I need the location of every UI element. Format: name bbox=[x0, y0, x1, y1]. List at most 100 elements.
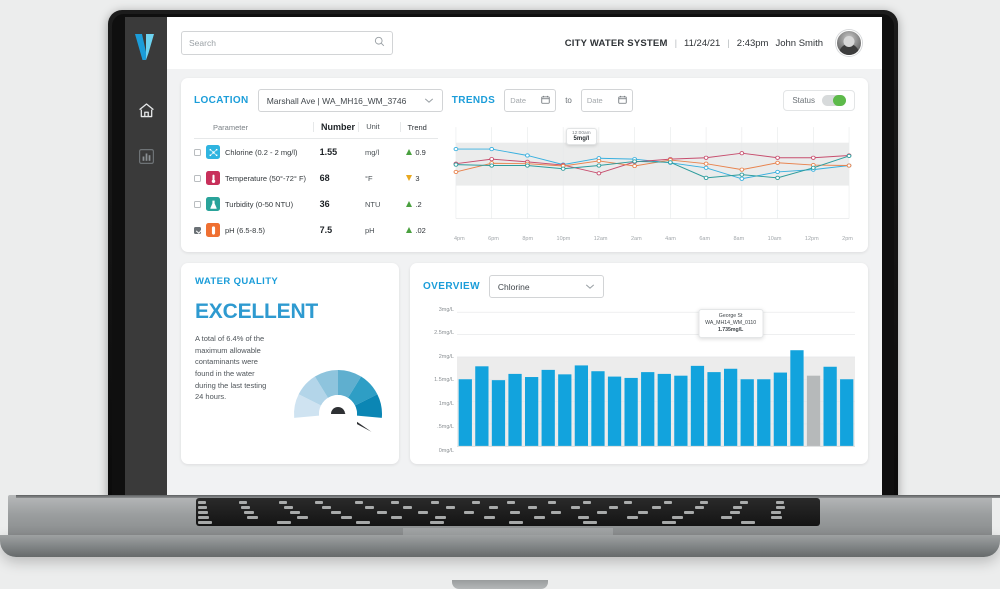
y-axis-tick: 1mg/L bbox=[438, 400, 454, 407]
row-checkbox[interactable] bbox=[194, 200, 201, 208]
sidebar-item-analytics[interactable] bbox=[129, 139, 163, 173]
search-input-wrapper[interactable] bbox=[181, 31, 393, 55]
trend-up-icon bbox=[406, 227, 413, 233]
water-quality-card: WATER QUALITY EXCELLENT A total of 6.4% … bbox=[181, 263, 399, 464]
bar bbox=[657, 373, 671, 447]
bar bbox=[541, 369, 555, 447]
bar bbox=[574, 365, 589, 447]
bar bbox=[840, 379, 854, 447]
status-label: Status bbox=[792, 96, 815, 105]
table-row[interactable]: Turbidity (0-50 NTU) 36 NTU .2 bbox=[194, 191, 438, 217]
calendar-icon bbox=[541, 95, 550, 106]
search-input[interactable] bbox=[189, 38, 374, 48]
trends-line-chart: 4pm 6pm 8pm 10pm 12am 2am 4am 6am 8am 10am 12pm 2pm… bbox=[448, 122, 855, 243]
table-row[interactable]: Chlorine (0.2 - 2 mg/l) 1.55 mg/l 0.9 bbox=[194, 139, 438, 165]
tooltip-value: 1.735mg/L bbox=[717, 327, 744, 334]
cell-parameter: pH (6.5-8.5) bbox=[194, 223, 313, 237]
column-header-trend: Trend bbox=[399, 122, 438, 132]
water-quality-title: WATER QUALITY bbox=[195, 276, 279, 287]
trend-value: .02 bbox=[415, 225, 426, 235]
status-toggle[interactable] bbox=[822, 95, 846, 106]
trend-up-icon bbox=[406, 149, 413, 155]
laptop-mockup: CITY WATER SYSTEM | 11/24/21 | 2:43pm Jo… bbox=[0, 0, 1000, 589]
trend-down-icon bbox=[406, 175, 413, 181]
parameter-select[interactable]: Chlorine bbox=[488, 275, 604, 298]
cell-number: 36 bbox=[319, 199, 330, 209]
x-axis-tick: 6am bbox=[699, 236, 711, 242]
bar bbox=[591, 371, 605, 447]
application-window: CITY WATER SYSTEM | 11/24/21 | 2:43pm Jo… bbox=[125, 17, 882, 495]
bar bbox=[641, 372, 655, 447]
bar bbox=[508, 373, 522, 447]
bar bbox=[690, 365, 705, 447]
bar bbox=[740, 379, 754, 447]
water-quality-status: EXCELLENT bbox=[195, 300, 319, 323]
system-name: CITY WATER SYSTEM bbox=[564, 37, 668, 49]
table-row[interactable]: Temperature (50°-72° F) 68 °F 3 bbox=[194, 165, 438, 191]
overview-bar-chart: 3mg/L 2.5mg/L 2mg/L 1.5mg/L 1mg/L .5mg/L 0mg/L… bbox=[423, 307, 855, 454]
x-axis-tick: 4pm bbox=[454, 236, 465, 242]
base-bottom bbox=[0, 535, 1000, 589]
base-top bbox=[8, 495, 1000, 544]
table-row[interactable]: pH (6.5-8.5) 7.5 pH .02 bbox=[194, 217, 438, 243]
date-to-input[interactable]: Date bbox=[580, 89, 633, 112]
row-checkbox[interactable] bbox=[194, 148, 201, 156]
cell-unit: NTU bbox=[364, 199, 381, 209]
location-select[interactable]: Marshall Ave | WA_MH16_WM_3746 bbox=[257, 89, 443, 112]
bar bbox=[723, 368, 738, 447]
thermometer-icon bbox=[206, 171, 220, 185]
chevron-down-icon bbox=[424, 96, 434, 106]
bar bbox=[491, 380, 506, 447]
bar bbox=[607, 376, 622, 447]
overview-card: OVERVIEW Chlorine 3mg/L 2.5mg/L 2mg/L 1.… bbox=[410, 263, 868, 464]
cell-trend: 3 bbox=[399, 174, 438, 183]
water-quality-description: A total of 6.4% of the maximum allowable… bbox=[195, 334, 267, 402]
cell-number: 68 bbox=[319, 173, 330, 183]
date-range-to-label: to bbox=[565, 96, 572, 105]
cell-number: 1.55 bbox=[319, 147, 338, 157]
x-axis-tick: 10pm bbox=[556, 236, 571, 242]
overview-tooltip: George St WA_MH14_WM_0110 1.735mg/L bbox=[698, 309, 764, 339]
x-axis-tick: 8pm bbox=[522, 236, 534, 242]
trend-value: 0.9 bbox=[415, 147, 426, 157]
toggle-knob bbox=[833, 95, 846, 106]
x-axis-tick: 2am bbox=[630, 236, 642, 242]
main-panel: LOCATION Marshall Ave | WA_MH16_WM_3746 … bbox=[167, 69, 882, 476]
y-axis-tick: 2mg/L bbox=[438, 353, 454, 360]
parameter-select-value: Chlorine bbox=[497, 281, 530, 292]
x-axis-tick: 10am bbox=[767, 236, 782, 242]
parameter-name: Temperature (50°-72° F) bbox=[225, 173, 307, 183]
cell-trend: 0.9 bbox=[399, 148, 438, 157]
bar bbox=[806, 375, 821, 447]
x-axis-tick: 12am bbox=[593, 236, 608, 242]
column-header-unit: Unit bbox=[358, 122, 399, 132]
trends-card: LOCATION Marshall Ave | WA_MH16_WM_3746 … bbox=[181, 78, 868, 252]
row-checkbox[interactable] bbox=[194, 226, 201, 234]
y-axis-tick: 1.5mg/L bbox=[434, 377, 454, 384]
separator-2: | bbox=[727, 37, 730, 49]
x-axis-tick: 8am bbox=[733, 236, 745, 242]
row-checkbox[interactable] bbox=[194, 174, 201, 182]
x-axis-tick: 4am bbox=[665, 236, 676, 242]
date-to-placeholder: Date bbox=[586, 96, 603, 105]
v-logo-icon bbox=[133, 31, 159, 61]
overview-title: OVERVIEW bbox=[423, 281, 480, 292]
cell-unit: °F bbox=[364, 173, 373, 183]
date-from-input[interactable]: Date bbox=[504, 89, 557, 112]
cell-trend: .02 bbox=[399, 226, 438, 235]
bar bbox=[707, 372, 721, 447]
sidebar bbox=[125, 17, 167, 495]
status-toggle-group[interactable]: Status bbox=[783, 90, 855, 111]
separator-1: | bbox=[674, 37, 678, 49]
parameter-name: pH (6.5-8.5) bbox=[225, 225, 266, 235]
sidebar-item-home[interactable] bbox=[129, 93, 163, 127]
avatar[interactable] bbox=[836, 30, 862, 56]
cell-parameter: Temperature (50°-72° F) bbox=[194, 171, 313, 185]
y-axis-tick: 3mg/L bbox=[438, 307, 454, 313]
tooltip-location: George St bbox=[718, 313, 743, 319]
table-header-row: Parameter Number Unit Trend bbox=[194, 122, 438, 139]
cell-parameter: Chlorine (0.2 - 2 mg/l) bbox=[194, 145, 313, 159]
bar bbox=[823, 366, 837, 447]
trend-value: .2 bbox=[415, 199, 422, 209]
y-axis-tick: .5mg/L bbox=[437, 424, 454, 431]
